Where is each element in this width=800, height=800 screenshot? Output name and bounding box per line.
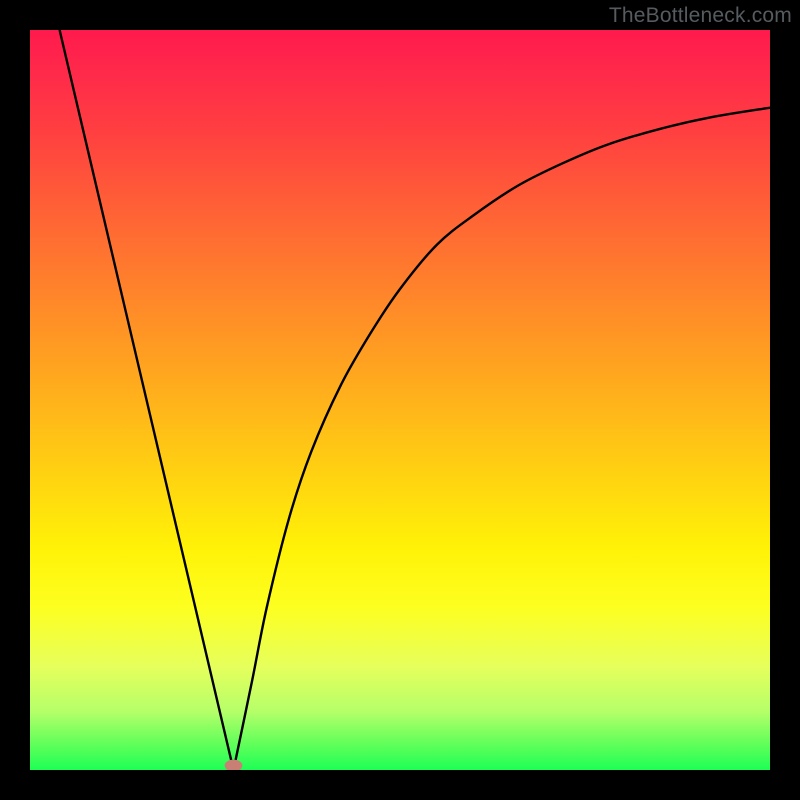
chart-frame: TheBottleneck.com (0, 0, 800, 800)
watermark-text: TheBottleneck.com (609, 4, 792, 28)
curve-group (60, 30, 770, 770)
chart-svg (30, 30, 770, 770)
minimum-marker (225, 760, 243, 770)
plot-area (30, 30, 770, 770)
curve-path (60, 30, 770, 770)
